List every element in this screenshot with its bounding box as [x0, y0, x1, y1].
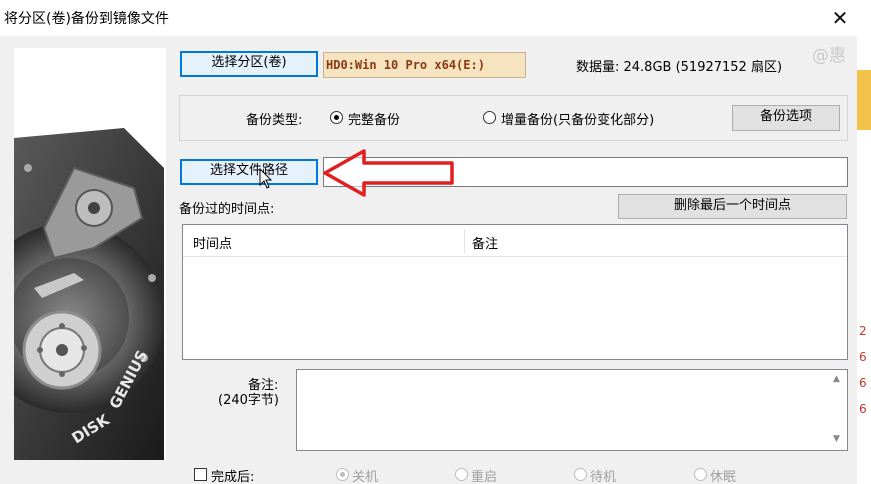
after-completion-label[interactable]: 完成后:: [211, 466, 254, 484]
remark-scrollbar[interactable]: ▲ ▼: [829, 370, 847, 450]
timepoints-table[interactable]: 时间点 备注: [182, 224, 848, 360]
background-text-fragment: 6: [859, 402, 867, 416]
window-title: 将分区(卷)备份到镜像文件: [4, 11, 169, 27]
restart-radio[interactable]: [455, 468, 468, 481]
remark-limit-label: (240字节): [218, 393, 279, 408]
backup-dialog: DISK GENIUS 选择分区(卷) HD0:Win 10 Pro x64(E…: [0, 36, 871, 484]
backup-options-button[interactable]: 备份选项: [732, 105, 840, 131]
history-label: 备份过的时间点:: [179, 202, 275, 217]
backup-type-group: 备份类型: 完整备份 增量备份(只备份变化部分) 备份选项: [179, 95, 848, 141]
scroll-up-icon[interactable]: ▲: [833, 374, 840, 384]
hibernate-radio[interactable]: [694, 468, 707, 481]
shutdown-label[interactable]: 关机: [352, 466, 378, 484]
hibernate-label[interactable]: 休眠: [710, 466, 736, 484]
disk-genius-image: DISK GENIUS: [14, 48, 166, 460]
close-icon[interactable]: ✕: [826, 4, 854, 32]
background-text-fragment: 6: [859, 350, 867, 364]
shutdown-radio[interactable]: [336, 468, 349, 481]
full-backup-radio[interactable]: [330, 111, 343, 124]
backup-type-label: 备份类型:: [246, 113, 303, 128]
standby-label[interactable]: 待机: [590, 466, 616, 484]
partition-info: HD0:Win 10 Pro x64(E:): [323, 52, 526, 78]
standby-radio[interactable]: [574, 468, 587, 481]
table-header: 时间点 备注: [183, 225, 847, 257]
select-partition-button[interactable]: 选择分区(卷): [180, 51, 318, 77]
column-header-remark[interactable]: 备注: [472, 233, 498, 252]
incremental-backup-label[interactable]: 增量备份(只备份变化部分): [501, 109, 654, 128]
watermark: @惠: [812, 46, 846, 66]
mouse-cursor-icon: [259, 168, 273, 189]
remark-textarea[interactable]: ▲ ▼: [296, 369, 848, 451]
background-window-strip: 2 6 6 6: [857, 0, 871, 484]
data-size-label: 数据量: 24.8GB (51927152 扇区): [576, 60, 783, 75]
select-file-path-button[interactable]: 选择文件路径: [180, 159, 318, 185]
incremental-backup-radio[interactable]: [483, 111, 496, 124]
restart-label[interactable]: 重启: [471, 466, 497, 484]
scroll-down-icon[interactable]: ▼: [833, 434, 840, 444]
background-image-fragment: [857, 70, 871, 130]
column-header-timepoint[interactable]: 时间点: [193, 233, 232, 252]
after-completion-checkbox[interactable]: [194, 468, 207, 481]
red-arrow-left-icon: [323, 149, 454, 197]
background-text-fragment: 6: [859, 376, 867, 390]
delete-last-timepoint-button[interactable]: 删除最后一个时间点: [618, 194, 847, 219]
full-backup-label[interactable]: 完整备份: [348, 109, 400, 128]
background-text-fragment: 2: [859, 324, 867, 338]
title-bar: 将分区(卷)备份到镜像文件 ✕: [0, 0, 871, 36]
column-divider[interactable]: [464, 229, 465, 253]
